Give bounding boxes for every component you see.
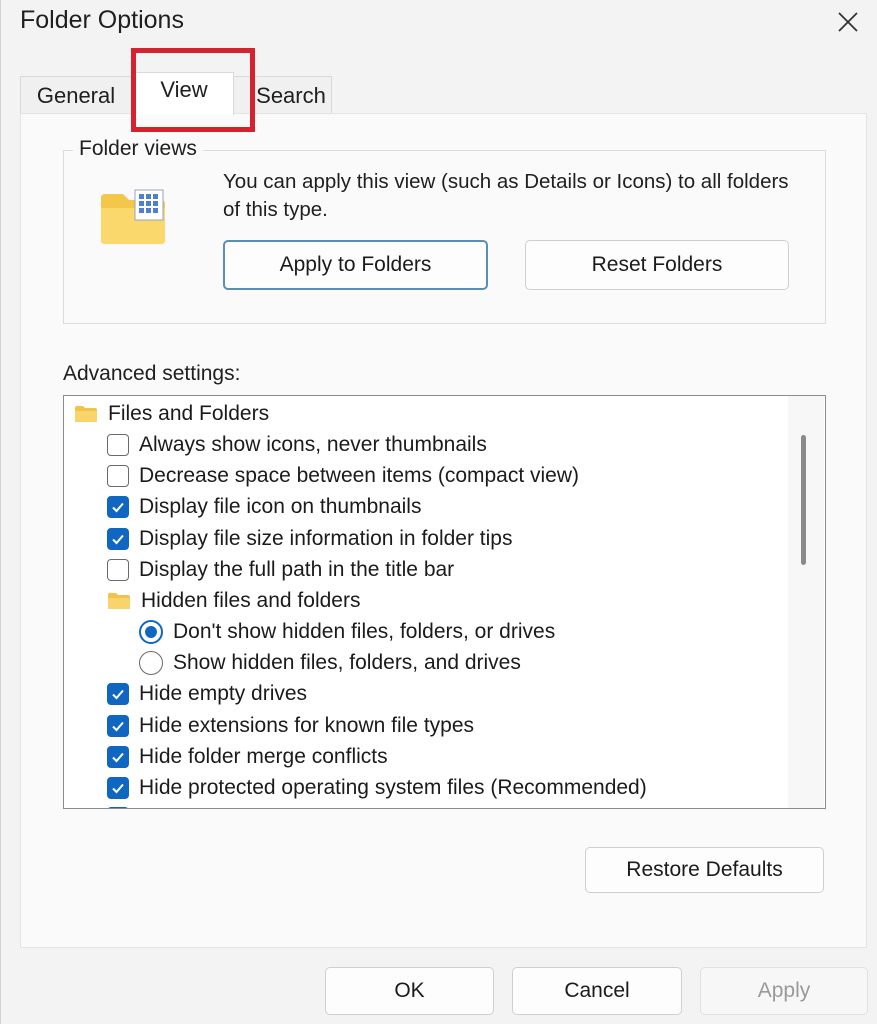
folder-views-description: You can apply this view (such as Details… [223,170,789,221]
apply-to-folders-button[interactable]: Apply to Folders [223,240,488,290]
checkmark-icon [112,502,124,513]
ok-button[interactable]: OK [325,967,494,1015]
checkbox-checked[interactable] [107,777,129,799]
folder-view-icon [101,189,165,244]
advanced-settings-label: Advanced settings: [63,362,241,385]
cancel-button[interactable]: Cancel [512,967,682,1015]
window-title: Folder Options [20,6,184,34]
radio[interactable] [139,651,163,675]
tab-general-label: General [36,82,116,108]
setting-display-full-path[interactable]: Display the full path in the title bar [107,555,454,585]
setting-label: Display file size information in folder … [139,527,513,550]
restore-defaults-button[interactable]: Restore Defaults [585,847,824,893]
setting-dont-show-hidden[interactable]: Don't show hidden files, folders, or dri… [139,617,555,647]
close-button[interactable] [818,0,877,44]
setting-always-show-icons[interactable]: Always show icons, never thumbnails [107,430,487,460]
setting-label: Hide folder merge conflicts [139,745,388,768]
setting-label: Don't show hidden files, folders, or dri… [173,620,556,643]
checkbox-checked[interactable] [107,807,129,808]
folder-icon [75,406,97,422]
checkmark-icon [112,721,124,732]
setting-partial-row[interactable] [107,803,129,808]
setting-display-file-icon[interactable]: Display file icon on thumbnails [107,492,421,522]
setting-label: Decrease space between items (compact vi… [139,464,580,487]
checkmark-icon [112,752,124,763]
folder-icon [108,593,130,609]
folder-views-legend: Folder views [73,137,203,161]
checkmark-icon [112,783,124,794]
checkmark-icon [112,689,124,700]
reset-folders-button[interactable]: Reset Folders [525,240,789,290]
vertical-scrollbar[interactable] [788,396,824,808]
tab-search-label: Search [256,82,326,108]
setting-hide-protected-files[interactable]: Hide protected operating system files (R… [107,773,647,803]
setting-label: Show hidden files, folders, and drives [173,651,521,674]
checkbox[interactable] [107,559,129,581]
close-icon [838,12,858,32]
title-bar: Folder Options [1,0,877,48]
radio-selected[interactable] [139,620,163,644]
tree-folder-label: Hidden files and folders [141,589,361,612]
tree-folder-hidden-files: Hidden files and folders [107,586,360,616]
setting-label: Hide extensions for known file types [139,714,475,737]
scrollbar-thumb[interactable] [801,435,806,565]
setting-label: Hide empty drives [139,682,308,705]
tree-folder-label: Files and Folders [108,402,270,425]
setting-label: Hide protected operating system files (R… [139,776,647,799]
checkbox-checked[interactable] [107,746,129,768]
setting-label: Display file icon on thumbnails [139,495,422,518]
checkbox-checked[interactable] [107,528,129,550]
setting-decrease-space[interactable]: Decrease space between items (compact vi… [107,461,579,491]
advanced-settings-tree[interactable]: Files and Folders Always show icons, nev… [63,395,826,809]
setting-hide-folder-merge[interactable]: Hide folder merge conflicts [107,742,388,772]
setting-show-hidden[interactable]: Show hidden files, folders, and drives [139,648,521,678]
checkbox-checked[interactable] [107,715,129,737]
setting-label: Always show icons, never thumbnails [139,433,487,456]
apply-button[interactable]: Apply [700,967,868,1015]
highlight-annotation-box [131,48,255,132]
checkbox-checked[interactable] [107,496,129,518]
folder-options-dialog: Folder Options General View Search Folde… [0,0,877,1024]
setting-display-file-size[interactable]: Display file size information in folder … [107,524,513,554]
checkmark-icon [112,534,124,545]
tree-folder-files-and-folders: Files and Folders [74,399,269,429]
checkbox-checked[interactable] [107,683,129,705]
setting-label: Display the full path in the title bar [139,558,455,581]
checkbox[interactable] [107,465,129,487]
setting-hide-empty-drives[interactable]: Hide empty drives [107,679,307,709]
setting-hide-extensions[interactable]: Hide extensions for known file types [107,711,474,741]
tab-general[interactable]: General [20,76,132,114]
checkbox[interactable] [107,434,129,456]
